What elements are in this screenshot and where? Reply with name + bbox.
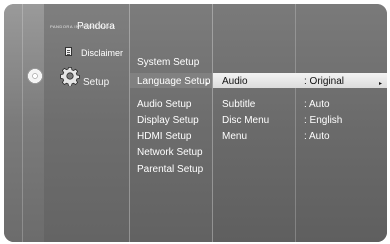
option-audio-value[interactable]: : Original xyxy=(304,76,344,88)
option-menu-value[interactable]: : Auto xyxy=(304,131,330,143)
divider xyxy=(295,4,296,242)
option-menu-label[interactable]: Menu xyxy=(222,131,247,143)
menu-item-setup[interactable]: Setup xyxy=(83,77,109,89)
disc-icon xyxy=(27,68,43,84)
menu-item-pandora[interactable]: Pandora xyxy=(77,21,115,32)
option-disc-menu-value[interactable]: : English xyxy=(304,115,342,127)
setup-item-system[interactable]: System Setup xyxy=(137,57,199,69)
setup-item-hdmi[interactable]: HDMI Setup xyxy=(137,131,191,143)
setup-screen: PANDORA INTERNET RADIO Pandora Disclaime… xyxy=(4,4,387,242)
option-audio-label[interactable]: Audio xyxy=(222,76,248,88)
setup-item-network[interactable]: Network Setup xyxy=(137,147,203,159)
setup-item-audio[interactable]: Audio Setup xyxy=(137,99,192,111)
setup-item-parental[interactable]: Parental Setup xyxy=(137,164,203,176)
document-icon xyxy=(65,47,72,56)
option-disc-menu-label[interactable]: Disc Menu xyxy=(222,115,269,127)
option-subtitle-value[interactable]: : Auto xyxy=(304,99,330,111)
option-subtitle-label[interactable]: Subtitle xyxy=(222,99,255,111)
menu-item-disclaimer[interactable]: Disclaimer xyxy=(81,47,123,59)
main-menu-column xyxy=(44,4,130,242)
setup-item-language[interactable]: Language Setup xyxy=(137,76,210,88)
setup-item-display[interactable]: Display Setup xyxy=(137,115,199,127)
divider xyxy=(22,4,23,242)
gear-icon xyxy=(60,67,80,86)
chevron-right-icon[interactable]: ▸ xyxy=(379,78,382,90)
icon-column xyxy=(4,4,45,242)
selected-arrow-icon: ▸ xyxy=(206,81,210,87)
